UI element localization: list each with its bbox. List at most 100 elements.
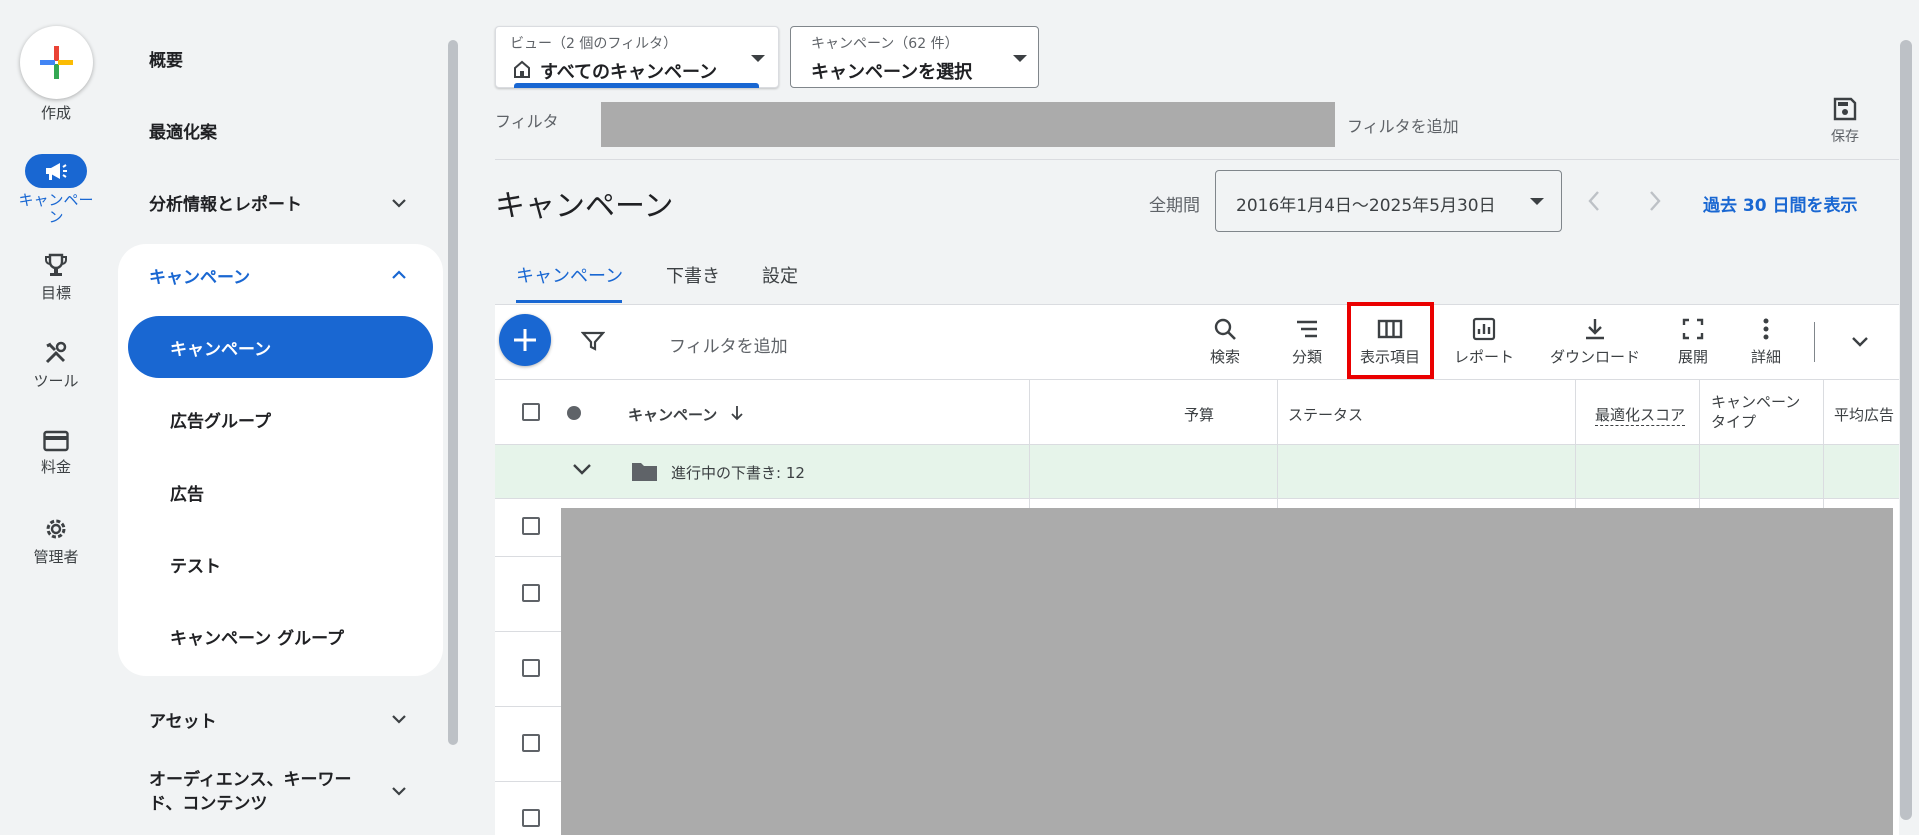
status-dot-icon [567, 406, 581, 420]
rail-label-billing: 料金 [40, 458, 71, 476]
nav-recommendations[interactable]: 最適化案 [149, 118, 217, 143]
rail-label-tools: ツール [33, 372, 79, 390]
view-underline [514, 83, 759, 88]
nav-audiences-line1: オーディエンス、キーワー [149, 770, 352, 790]
tool-more[interactable]: 詳細 [1741, 316, 1791, 367]
table-add-filter[interactable]: フィルタを追加 [669, 332, 788, 357]
view-selector[interactable]: ビュー（2 個のフィルタ） すべてのキャンペーン [495, 26, 779, 88]
draft-row-label: 進行中の下書き: 12 [671, 464, 805, 482]
more-vert-icon [1763, 318, 1769, 340]
redacted-campaign-rows [561, 508, 1893, 835]
nav-assets[interactable]: アセット [149, 707, 217, 732]
chevron-down-icon[interactable] [389, 709, 409, 729]
tool-label: 検索 [1209, 348, 1240, 366]
nav-sub-campaigns[interactable]: キャンペーン [170, 335, 271, 360]
col-divider [1029, 445, 1030, 498]
rail-item-campaigns[interactable]: キャンペーン [0, 154, 112, 226]
arrow-down-icon[interactable] [729, 404, 745, 422]
dropdown-arrow-icon [751, 55, 765, 62]
chevron-right-icon[interactable] [1645, 188, 1665, 214]
select-all-checkbox[interactable] [522, 403, 540, 421]
row-checkbox[interactable] [522, 659, 540, 677]
nav-sub-adgroups[interactable]: 広告グループ [170, 407, 271, 432]
row-checkbox[interactable] [522, 584, 540, 602]
page-title: キャンペーン [495, 189, 674, 224]
left-rail: 作成 キャンペーン 目標 ツール 料金 管理者 [0, 0, 112, 835]
row-divider [495, 781, 561, 782]
nav-audiences[interactable]: オーディエンス、キーワー ド、コンテンツ [149, 768, 351, 816]
col-optimization-score[interactable]: 最適化スコア [1595, 404, 1686, 426]
tool-label: ダウンロード [1549, 348, 1640, 366]
nav-sub-experiments[interactable]: テスト [170, 552, 221, 577]
period-label: 全期間 [1149, 196, 1200, 216]
filter-divider [495, 159, 1899, 160]
col-campaign[interactable]: キャンペーン [628, 404, 717, 425]
chevron-down-icon[interactable] [571, 462, 593, 478]
tool-expand[interactable]: 展開 [1668, 316, 1718, 367]
col-divider [1575, 445, 1576, 498]
toolbar-divider [1814, 322, 1815, 362]
save-view-button[interactable]: 保存 [1820, 96, 1870, 146]
row-checkbox[interactable] [522, 809, 540, 827]
plus-icon [40, 46, 73, 79]
nav-sub-ads[interactable]: 広告 [170, 480, 204, 505]
nav-insights[interactable]: 分析情報とレポート [149, 190, 302, 215]
rail-item-goals[interactable]: 目標 [0, 252, 112, 303]
toolbar-bottom-divider [495, 379, 1899, 380]
tab-campaigns[interactable]: キャンペーン [516, 262, 623, 288]
folder-icon [632, 463, 657, 481]
add-filter-link[interactable]: フィルタを追加 [1347, 113, 1459, 137]
save-label: 保存 [1831, 129, 1859, 145]
rail-item-billing[interactable]: 料金 [0, 430, 112, 477]
date-range-picker[interactable]: 2016年1月4日～2025年5月30日 [1215, 170, 1562, 232]
nav-campaigns-section[interactable]: キャンペーン [149, 263, 250, 288]
nav-overview[interactable]: 概要 [149, 46, 183, 71]
col-campaign-type[interactable]: キャンペーン タイプ [1711, 392, 1800, 432]
col-divider [1699, 445, 1700, 498]
nav-scrollbar[interactable] [448, 40, 458, 745]
create-button[interactable] [20, 26, 93, 99]
expand-icon [1682, 318, 1704, 340]
tool-reports[interactable]: レポート [1448, 316, 1520, 367]
save-icon [1833, 97, 1857, 121]
add-campaign-button[interactable] [499, 314, 551, 366]
tabs-divider [495, 304, 1899, 305]
row-checkbox[interactable] [522, 734, 540, 752]
date-range-value: 2016年1月4日～2025年5月30日 [1236, 196, 1496, 216]
filter-icon[interactable] [581, 330, 605, 352]
col-budget[interactable]: 予算 [1184, 404, 1214, 425]
redacted-filter-chips [601, 102, 1335, 147]
tool-search[interactable]: 検索 [1200, 316, 1250, 367]
tab-settings[interactable]: 設定 [762, 262, 798, 288]
chevron-down-icon[interactable] [1849, 333, 1871, 351]
nav-sub-campaign-groups[interactable]: キャンペーン グループ [170, 624, 344, 649]
col-divider [1823, 445, 1824, 498]
rail-item-tools[interactable]: ツール [0, 340, 112, 391]
tab-active-indicator [516, 300, 622, 303]
rail-item-admin[interactable]: 管理者 [0, 516, 112, 567]
tab-drafts[interactable]: 下書き [666, 262, 720, 288]
nav-campaigns-group [118, 244, 443, 676]
tool-label: 展開 [1677, 348, 1708, 366]
segment-icon [1297, 320, 1317, 338]
tool-segment[interactable]: 分類 [1282, 316, 1332, 367]
last-30-days-link[interactable]: 過去 30 日間を表示 [1703, 191, 1858, 216]
row-divider [495, 631, 561, 632]
chevron-left-icon[interactable] [1584, 188, 1604, 214]
campaign-value: キャンペーンを選択 [811, 62, 973, 83]
megaphone-icon [46, 163, 67, 180]
tool-label: レポート [1453, 348, 1514, 366]
col-status[interactable]: ステータス [1288, 404, 1363, 425]
plus-icon [514, 329, 536, 351]
chevron-down-icon[interactable] [389, 781, 409, 801]
campaign-selector[interactable]: キャンペーン（62 件） キャンペーンを選択 [790, 26, 1039, 88]
row-checkbox[interactable] [522, 517, 540, 535]
search-icon [1214, 318, 1236, 340]
dropdown-arrow-icon [1013, 55, 1027, 62]
col-avg[interactable]: 平均広告 [1834, 404, 1900, 425]
chevron-down-icon[interactable] [389, 193, 409, 213]
chevron-up-icon[interactable] [389, 265, 409, 285]
page-scrollbar[interactable] [1900, 40, 1912, 820]
tool-download[interactable]: ダウンロード [1540, 316, 1650, 367]
row-divider [495, 556, 561, 557]
